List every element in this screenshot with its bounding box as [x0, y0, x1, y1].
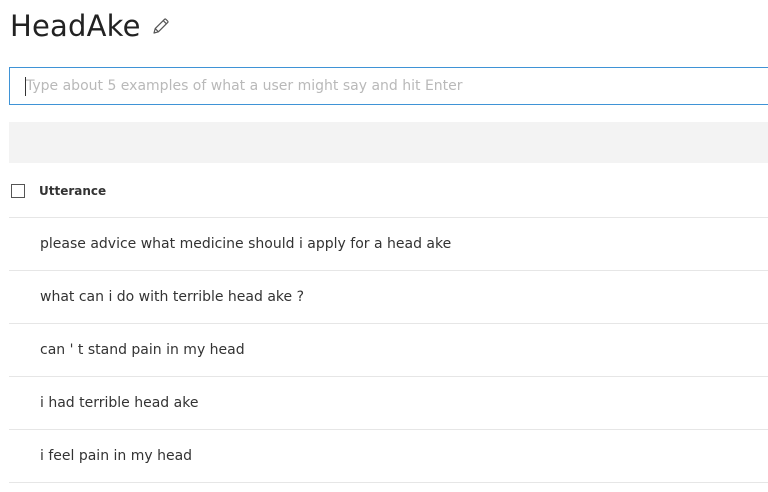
- text-caret: [25, 77, 26, 96]
- utterance-text: what can i do with terrible head ake ?: [40, 289, 305, 305]
- table-row[interactable]: can ' t stand pain in my head: [9, 324, 768, 377]
- utterance-input[interactable]: [10, 68, 768, 104]
- page-title: HeadAke: [10, 9, 141, 43]
- pencil-icon[interactable]: [151, 16, 171, 36]
- select-all-checkbox[interactable]: [11, 183, 25, 198]
- table-row[interactable]: please advice what medicine should i app…: [9, 218, 768, 271]
- table-toolbar: [9, 122, 768, 163]
- utterance-text: can ' t stand pain in my head: [40, 342, 245, 358]
- utterance-text: i feel pain in my head: [40, 448, 193, 464]
- utterance-text: please advice what medicine should i app…: [40, 236, 452, 252]
- utterance-text: i had terrible head ake: [40, 395, 199, 411]
- page-header: HeadAke: [10, 6, 171, 46]
- table-header-row: Utterance: [9, 164, 768, 218]
- utterance-table: Utterance please advice what medicine sh…: [9, 164, 768, 483]
- table-row[interactable]: i feel pain in my head: [9, 430, 768, 483]
- column-header-utterance[interactable]: Utterance: [39, 184, 106, 198]
- utterance-input-box[interactable]: [9, 67, 768, 105]
- table-row[interactable]: what can i do with terrible head ake ?: [9, 271, 768, 324]
- table-row[interactable]: i had terrible head ake: [9, 377, 768, 430]
